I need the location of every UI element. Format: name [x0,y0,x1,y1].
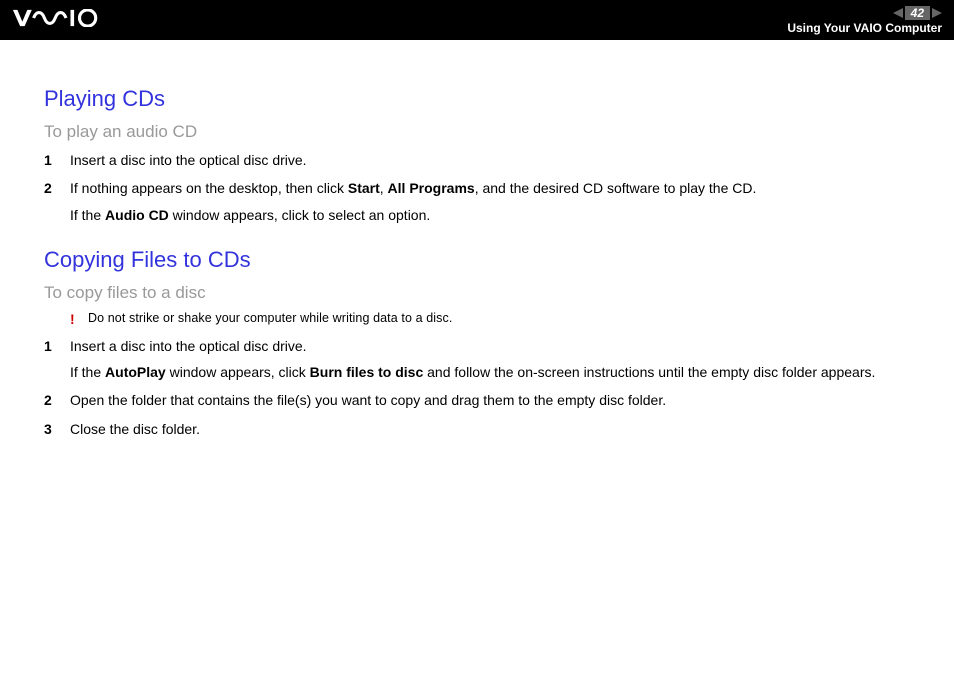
text: Insert a disc into the optical disc driv… [70,338,307,354]
section-heading-playing-cds: Playing CDs [44,86,914,112]
step-extra: If the Audio CD window appears, click to… [70,205,914,225]
step-row: 3 Close the disc folder. [44,419,914,439]
text: If the [70,364,105,380]
step-number: 1 [44,336,56,356]
step-number: 1 [44,150,56,170]
section-heading-copying-files: Copying Files to CDs [44,247,914,273]
step-row: 2 Open the folder that contains the file… [44,390,914,410]
sub-heading-copy-files: To copy files to a disc [44,283,914,303]
breadcrumb: Using Your VAIO Computer [787,21,942,35]
page-number: 42 [905,6,930,20]
vaio-logo [12,9,102,32]
sub-heading-play-audio-cd: To play an audio CD [44,122,914,142]
section-copying: Copying Files to CDs To copy files to a … [44,247,914,439]
warning-note: ! Do not strike or shake your computer w… [70,311,914,326]
text: window appears, click [166,364,310,380]
step-number: 3 [44,419,56,439]
warning-icon: ! [70,312,78,326]
step-number: 2 [44,178,56,198]
page-nav: 42 [893,6,942,20]
step-number: 2 [44,390,56,410]
bold-text: Audio CD [105,207,169,223]
bold-text: Burn files to disc [310,364,424,380]
text: and follow the on-screen instructions un… [423,364,875,380]
step-row: 1 Insert a disc into the optical disc dr… [44,336,914,383]
step-text: If nothing appears on the desktop, then … [70,178,914,225]
bold-text: Start [348,180,380,196]
text: , [380,180,388,196]
step-text: Insert a disc into the optical disc driv… [70,150,914,170]
text: If the [70,207,105,223]
header-bar: 42 Using Your VAIO Computer [0,0,954,40]
step-text: Open the folder that contains the file(s… [70,390,914,410]
step-row: 2 If nothing appears on the desktop, the… [44,178,914,225]
text: window appears, click to select an optio… [169,207,430,223]
step-extra: If the AutoPlay window appears, click Bu… [70,362,914,382]
page-content: Playing CDs To play an audio CD 1 Insert… [0,40,954,439]
next-page-icon[interactable] [932,8,942,18]
header-right: 42 Using Your VAIO Computer [787,6,942,35]
bold-text: AutoPlay [105,364,166,380]
text: , and the desired CD software to play th… [475,180,757,196]
prev-page-icon[interactable] [893,8,903,18]
step-text: Insert a disc into the optical disc driv… [70,336,914,383]
step-row: 1 Insert a disc into the optical disc dr… [44,150,914,170]
step-text: Close the disc folder. [70,419,914,439]
warning-text: Do not strike or shake your computer whi… [88,311,452,325]
bold-text: All Programs [388,180,475,196]
text: If nothing appears on the desktop, then … [70,180,348,196]
